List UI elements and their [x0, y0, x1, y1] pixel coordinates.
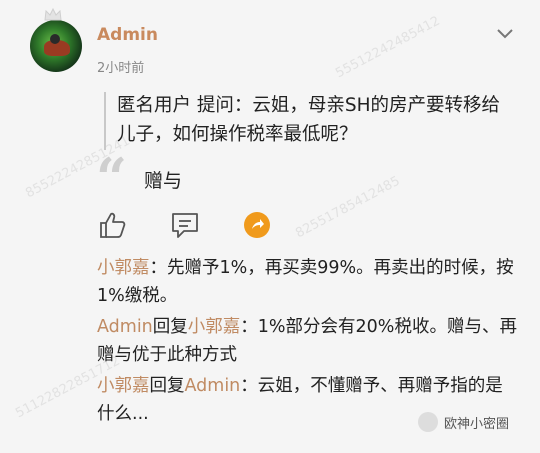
quoted-question: 匿名用户 提问：云姐，母亲SH的房产要转移给儿子，如何操作税率最低呢？: [117, 95, 501, 145]
comment-item: Admin回复小郭嘉：1%部分会有20%税收。赠与、再赠与优于此种方式: [97, 313, 517, 369]
comment-reply-to[interactable]: 小郭嘉: [188, 317, 241, 337]
thumbs-up-icon[interactable]: [97, 210, 127, 240]
comment-icon[interactable]: [170, 210, 200, 240]
comment-text: ：先赠予1%，再买卖99%。再卖出的时候，按1%缴税。: [97, 258, 514, 306]
background-watermark: 55512242485412: [333, 13, 443, 82]
share-icon: [252, 219, 264, 229]
watermark-text: 欧神小密圈: [444, 416, 510, 432]
comment-reply-word: 回复: [149, 376, 185, 396]
avatar[interactable]: [30, 20, 82, 72]
comment-item: 小郭嘉：先赠予1%，再买卖99%。再卖出的时候，按1%缴税。: [97, 254, 517, 310]
comment-author[interactable]: Admin: [97, 317, 153, 337]
quote-mark-icon: “: [96, 146, 128, 210]
share-button[interactable]: [244, 212, 270, 238]
comment-author[interactable]: 小郭嘉: [97, 258, 150, 278]
wechat-watermark: 欧神小密圈: [418, 412, 509, 432]
background-watermark: 82551785412485: [293, 173, 403, 242]
crown-icon: [44, 8, 62, 21]
comment-reply-to[interactable]: Admin: [185, 376, 241, 396]
post-time: 2小时前: [97, 61, 145, 76]
post-username[interactable]: Admin: [97, 25, 158, 45]
comment-reply-word: 回复: [152, 317, 188, 337]
wechat-icon: [418, 412, 438, 432]
chevron-down-icon[interactable]: [494, 22, 516, 44]
answer-text: 赠与: [144, 170, 183, 192]
quote-bar: [104, 92, 106, 150]
comment-author[interactable]: 小郭嘉: [97, 376, 150, 396]
